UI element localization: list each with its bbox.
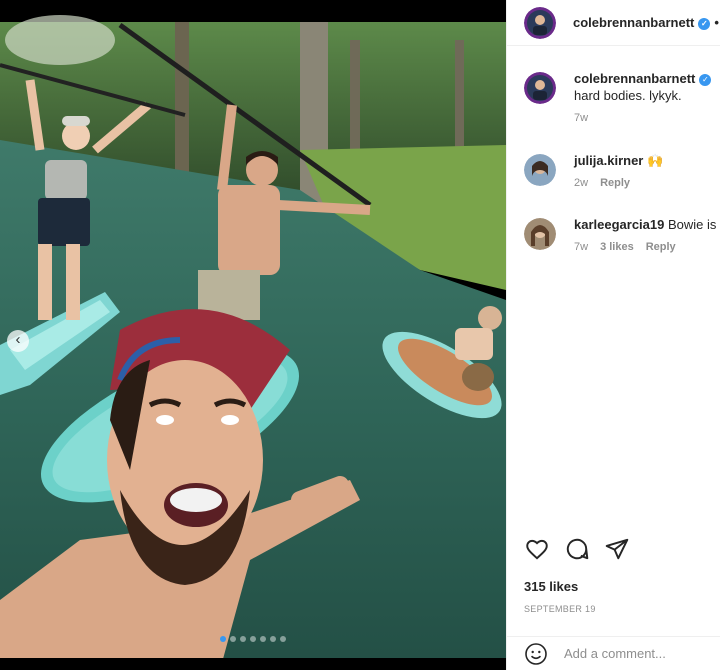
author-avatar[interactable] — [524, 6, 556, 39]
commenter-avatar[interactable] — [524, 218, 556, 250]
carousel-dot — [230, 636, 236, 642]
commenter-username[interactable]: colebrennanbarnett — [574, 71, 695, 86]
carousel-dots — [0, 636, 506, 642]
heart-icon[interactable] — [524, 536, 550, 562]
carousel-dot — [240, 636, 246, 642]
verified-badge-icon: ✓ — [698, 18, 711, 30]
author-username-text[interactable]: colebrennanbarnett — [573, 15, 694, 30]
share-icon[interactable] — [604, 536, 630, 562]
comment-item: julija.kirner 🙌 2w Reply — [524, 152, 663, 192]
comment-like-count[interactable]: 3 likes — [600, 241, 634, 253]
post-date[interactable]: SEPTEMBER 19 — [524, 604, 596, 614]
commenter-avatar[interactable] — [524, 72, 556, 104]
comment-time: 7w — [574, 241, 589, 253]
chevron-left-icon: ‹ — [15, 331, 21, 348]
carousel-prev-button[interactable]: ‹ — [7, 330, 29, 352]
emoji-icon[interactable] — [524, 642, 548, 666]
comment-text: Bowie is — [667, 217, 717, 232]
comment-item: colebrennanbarnett ✓ hard bodies. lykyk. … — [524, 70, 712, 127]
photo-scene — [0, 0, 506, 670]
carousel-dot — [250, 636, 256, 642]
comment-time: 7w — [574, 112, 589, 124]
carousel-dot — [280, 636, 286, 642]
comment-text: 🙌 — [647, 153, 664, 168]
carousel-dot — [260, 636, 266, 642]
comment-composer — [507, 636, 720, 670]
carousel-dot — [220, 636, 226, 642]
commenter-username[interactable]: julija.kirner — [574, 153, 643, 168]
commenter-avatar[interactable] — [524, 154, 556, 186]
reply-button[interactable]: Reply — [600, 177, 630, 189]
carousel-dot — [270, 636, 276, 642]
reply-button[interactable]: Reply — [646, 241, 676, 253]
post-header: colebrennanbarnett ✓ • — [507, 0, 720, 46]
comment-text: hard bodies. lykyk. — [574, 88, 682, 103]
post-actions — [524, 536, 630, 562]
post-side-panel: colebrennanbarnett ✓ • colebrennanbarnett ✓… — [506, 0, 720, 670]
verified-badge-icon: ✓ — [699, 74, 712, 86]
like-count[interactable]: 315 likes — [524, 579, 578, 594]
comment-icon[interactable] — [564, 536, 590, 562]
commenter-username[interactable]: karleegarcia19 — [574, 217, 664, 232]
comment-input[interactable] — [564, 646, 714, 661]
header-separator: • — [714, 15, 719, 30]
author-username[interactable]: colebrennanbarnett ✓ • — [573, 15, 719, 30]
comment-item: karleegarcia19 Bowie is 7w 3 likes Reply — [524, 216, 716, 256]
comment-time: 2w — [574, 177, 589, 189]
post-photo[interactable]: ‹ — [0, 0, 506, 670]
